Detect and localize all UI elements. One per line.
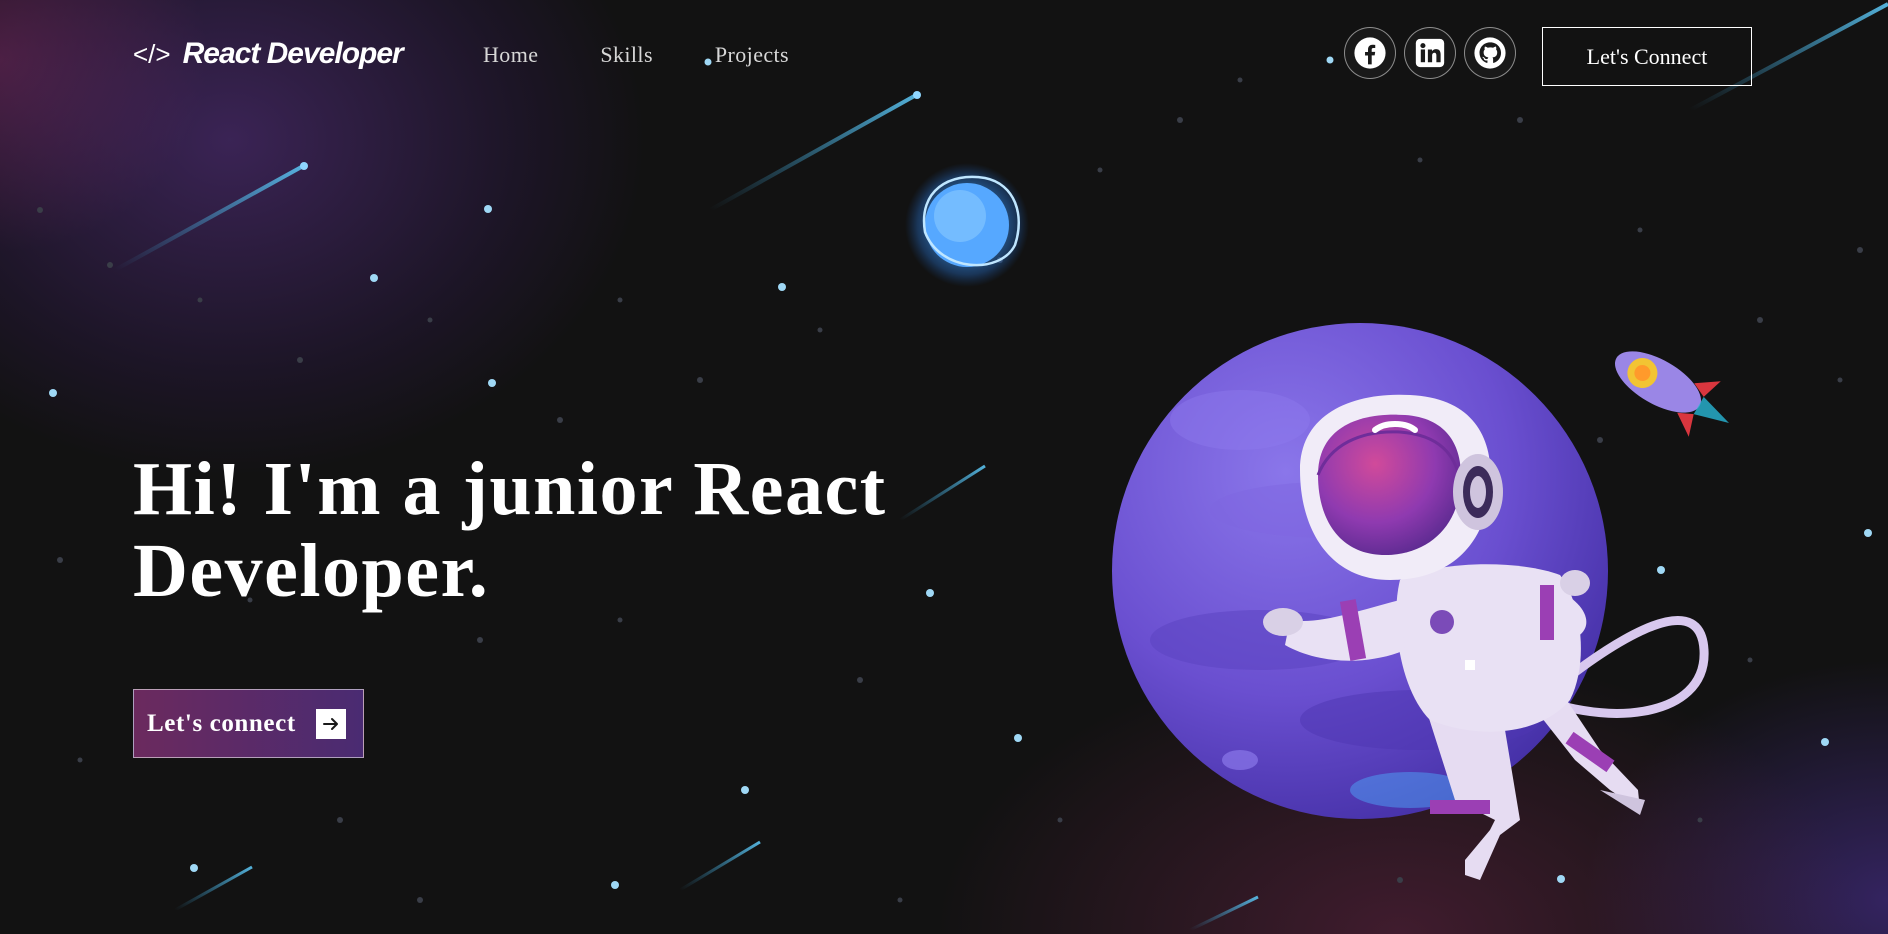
facebook-icon <box>1354 37 1386 69</box>
social-links <box>1344 27 1516 79</box>
site-logo[interactable]: </> React Developer <box>133 34 404 74</box>
logo-text: React Developer <box>182 37 404 70</box>
hero-headline: Hi! I'm a junior React Developer. <box>133 448 1033 612</box>
linkedin-link[interactable] <box>1404 27 1456 79</box>
hero-connect-button[interactable]: Let's connect <box>133 689 364 758</box>
nav-link-home[interactable]: Home <box>483 42 538 68</box>
nav-link-projects[interactable]: Projects <box>715 42 789 68</box>
navbar: </> React Developer Home Skills Projects <box>0 0 1888 112</box>
code-brackets-icon: </> <box>133 38 171 69</box>
nav-links: Home Skills Projects <box>483 42 789 68</box>
github-link[interactable] <box>1464 27 1516 79</box>
rocket-icon <box>1615 351 1730 437</box>
headline-line-1: Hi! I'm a junior React <box>133 447 887 531</box>
github-icon <box>1474 37 1506 69</box>
linkedin-icon <box>1415 38 1445 68</box>
headline-line-2: Developer. <box>133 529 490 613</box>
facebook-link[interactable] <box>1344 27 1396 79</box>
nav-link-skills[interactable]: Skills <box>600 42 653 68</box>
arrow-right-icon <box>315 708 346 739</box>
lets-connect-button[interactable]: Let's Connect <box>1542 27 1752 86</box>
blue-star-icon <box>905 163 1029 287</box>
hero-connect-label: Let's connect <box>147 709 296 737</box>
